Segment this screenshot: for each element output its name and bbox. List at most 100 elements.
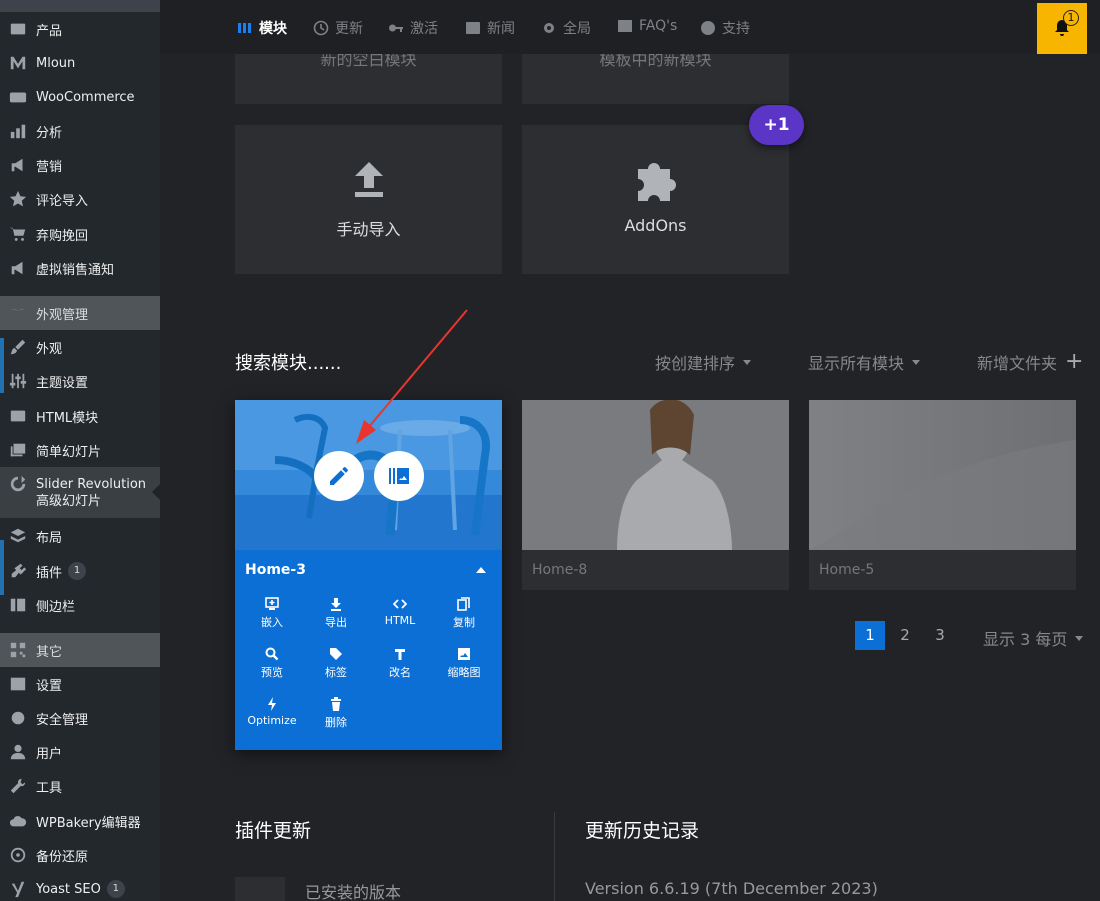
tab-label: 支持 [722,21,750,37]
qr-icon [8,641,28,659]
tab-news[interactable]: 新闻 [465,18,515,38]
sidebar-item-products[interactable]: 产品 [0,14,160,44]
per-page-label: 显示 3 每页 [983,630,1068,649]
upload-icon [355,162,383,197]
sidebar-item-label: 布局 [36,530,63,546]
sidebar-item-appearance[interactable]: 外观 [0,332,160,362]
sidebar-item-label: WooCommerce [36,89,135,105]
sidebar-item-label: 用户 [36,746,63,762]
search-modules-input[interactable]: 搜索模块...... [235,349,341,375]
module-card-home-3[interactable]: Home-3 嵌入 导出 HTML 复制 预览 标签 改名 缩略图 Optimi… [235,400,502,750]
sort-dropdown[interactable]: 按创建排序 [655,350,752,374]
sidebar-section-other[interactable]: 其它 [0,633,160,667]
sidebar-item-slider-revolution[interactable]: Slider Revolution 高级幻灯片 [0,467,160,518]
settings-icon [8,675,28,693]
edit-module-button[interactable] [314,451,364,501]
sidebar-item-label: 插件 [36,565,63,581]
module-card-home-8[interactable]: Home-8 [522,400,789,590]
marketing-icon [8,156,28,174]
addons-tile[interactable]: AddOns [522,125,789,274]
wrench-icon [8,777,28,795]
tags-button[interactable]: 标签 [304,647,368,680]
key-icon [389,24,403,32]
chevron-down-icon [912,359,921,365]
filter-dropdown[interactable]: 显示所有模块 [808,350,921,374]
notifications-button[interactable]: 1 [1037,3,1087,54]
action-label: 导出 [325,616,347,629]
sidebar-item-label: HTML模块 [36,410,99,426]
module-thumbnail [522,400,789,550]
duplicate-button[interactable]: 复制 [432,597,496,630]
sidebar-item-wpbakery[interactable]: WPBakery编辑器 [0,806,160,836]
sidebar-item-analytics[interactable]: 分析 [0,116,160,146]
sidebar-item-layout[interactable]: 布局 [0,521,160,551]
filter-label: 显示所有模块 [808,354,905,373]
tab-label: 激活 [410,21,438,37]
sidebar-item-label: 主题设置 [36,375,89,391]
sidebar-item-settings[interactable]: 设置 [0,669,160,699]
sidebar-item-woocommerce[interactable]: WooCommerce [0,82,160,112]
sidebar-item-mloun[interactable]: Mloun [0,48,160,78]
module-card-home-5[interactable]: Home-5 [809,400,1076,590]
export-button[interactable]: 导出 [304,597,368,630]
notification-count: 1 [1063,10,1079,26]
page-3-button[interactable]: 3 [925,621,955,650]
products-icon [8,20,28,38]
plus-icon: + [1065,349,1084,374]
action-label: 缩略图 [447,666,481,679]
page-2-button[interactable]: 2 [890,621,920,650]
html-button[interactable]: HTML [368,597,432,627]
lock-gear-icon [8,709,28,727]
sidebar-item-label: 工具 [36,780,63,796]
newspaper-icon [466,22,480,34]
sidebar-item-sidebars[interactable]: 侧边栏 [0,590,160,620]
addons-update-badge[interactable]: +1 [749,105,804,145]
copy-icon [457,597,470,611]
per-page-dropdown[interactable]: 显示 3 每页 [983,626,1084,650]
tab-updates[interactable]: 更新 [313,18,363,38]
slides-overview-button[interactable] [374,451,424,501]
action-label: 嵌入 [261,616,283,629]
tab-support[interactable]: 支持 [700,18,750,38]
sidebar-section-appearance-manage[interactable]: 外观管理 [0,296,160,330]
section-divider [554,812,555,901]
sidebar-item-marketing[interactable]: 营销 [0,150,160,180]
new-folder-label: 新增文件夹 [977,354,1058,373]
sidebar-item-tools[interactable]: 工具 [0,771,160,801]
tab-global[interactable]: 全局 [541,18,591,38]
sidebar-icon [8,596,28,614]
sidebar-item-review-import[interactable]: 评论导入 [0,184,160,214]
preview-button[interactable]: 预览 [240,647,304,680]
sidebar-item-sublabel: 高级幻灯片 [36,493,102,509]
help-icon [701,21,715,35]
rename-button[interactable]: 改名 [368,647,432,680]
sidebar-item-label: 外观 [36,341,63,357]
sidebar-item-theme-settings[interactable]: 主题设置 [0,366,160,396]
gear-icon [544,23,554,33]
sidebar-item-label: 简单幻灯片 [36,444,102,460]
tab-activate[interactable]: 激活 [388,18,438,38]
sidebar-item-backup[interactable]: 备份还原 [0,840,160,870]
sidebar-item-label: 评论导入 [36,193,89,209]
sidebar-item-simple-slider[interactable]: 简单幻灯片 [0,435,160,465]
sidebar-item-yoast-seo[interactable]: Yoast SEO 1 [0,874,160,901]
action-label: HTML [384,614,416,627]
thumbnail-button[interactable]: 缩略图 [432,647,496,680]
page-1-button[interactable]: 1 [855,621,885,650]
optimize-button[interactable]: Optimize [240,697,304,727]
sidebar-item-label: 虚拟销售通知 [36,262,115,278]
embed-button[interactable]: 嵌入 [240,597,304,630]
manual-import-tile[interactable]: 手动导入 [235,125,502,274]
sidebar-item-sales-notice[interactable]: 虚拟销售通知 [0,253,160,283]
collapse-arrow-icon[interactable] [476,567,486,573]
tab-faqs[interactable]: FAQ's [617,18,677,34]
yoast-icon [8,880,28,898]
delete-button[interactable]: 删除 [304,697,368,730]
sidebar-item-security[interactable]: 安全管理 [0,703,160,733]
sidebar-item-users[interactable]: 用户 [0,737,160,767]
sidebar-item-plugins[interactable]: 插件 1 [0,556,160,586]
tab-modules[interactable]: 模块 [237,18,287,38]
sidebar-item-cart-recovery[interactable]: 弃购挽回 [0,219,160,249]
new-folder-button[interactable]: 新增文件夹 + [977,350,1083,374]
sidebar-item-html-modules[interactable]: HTML模块 [0,401,160,431]
